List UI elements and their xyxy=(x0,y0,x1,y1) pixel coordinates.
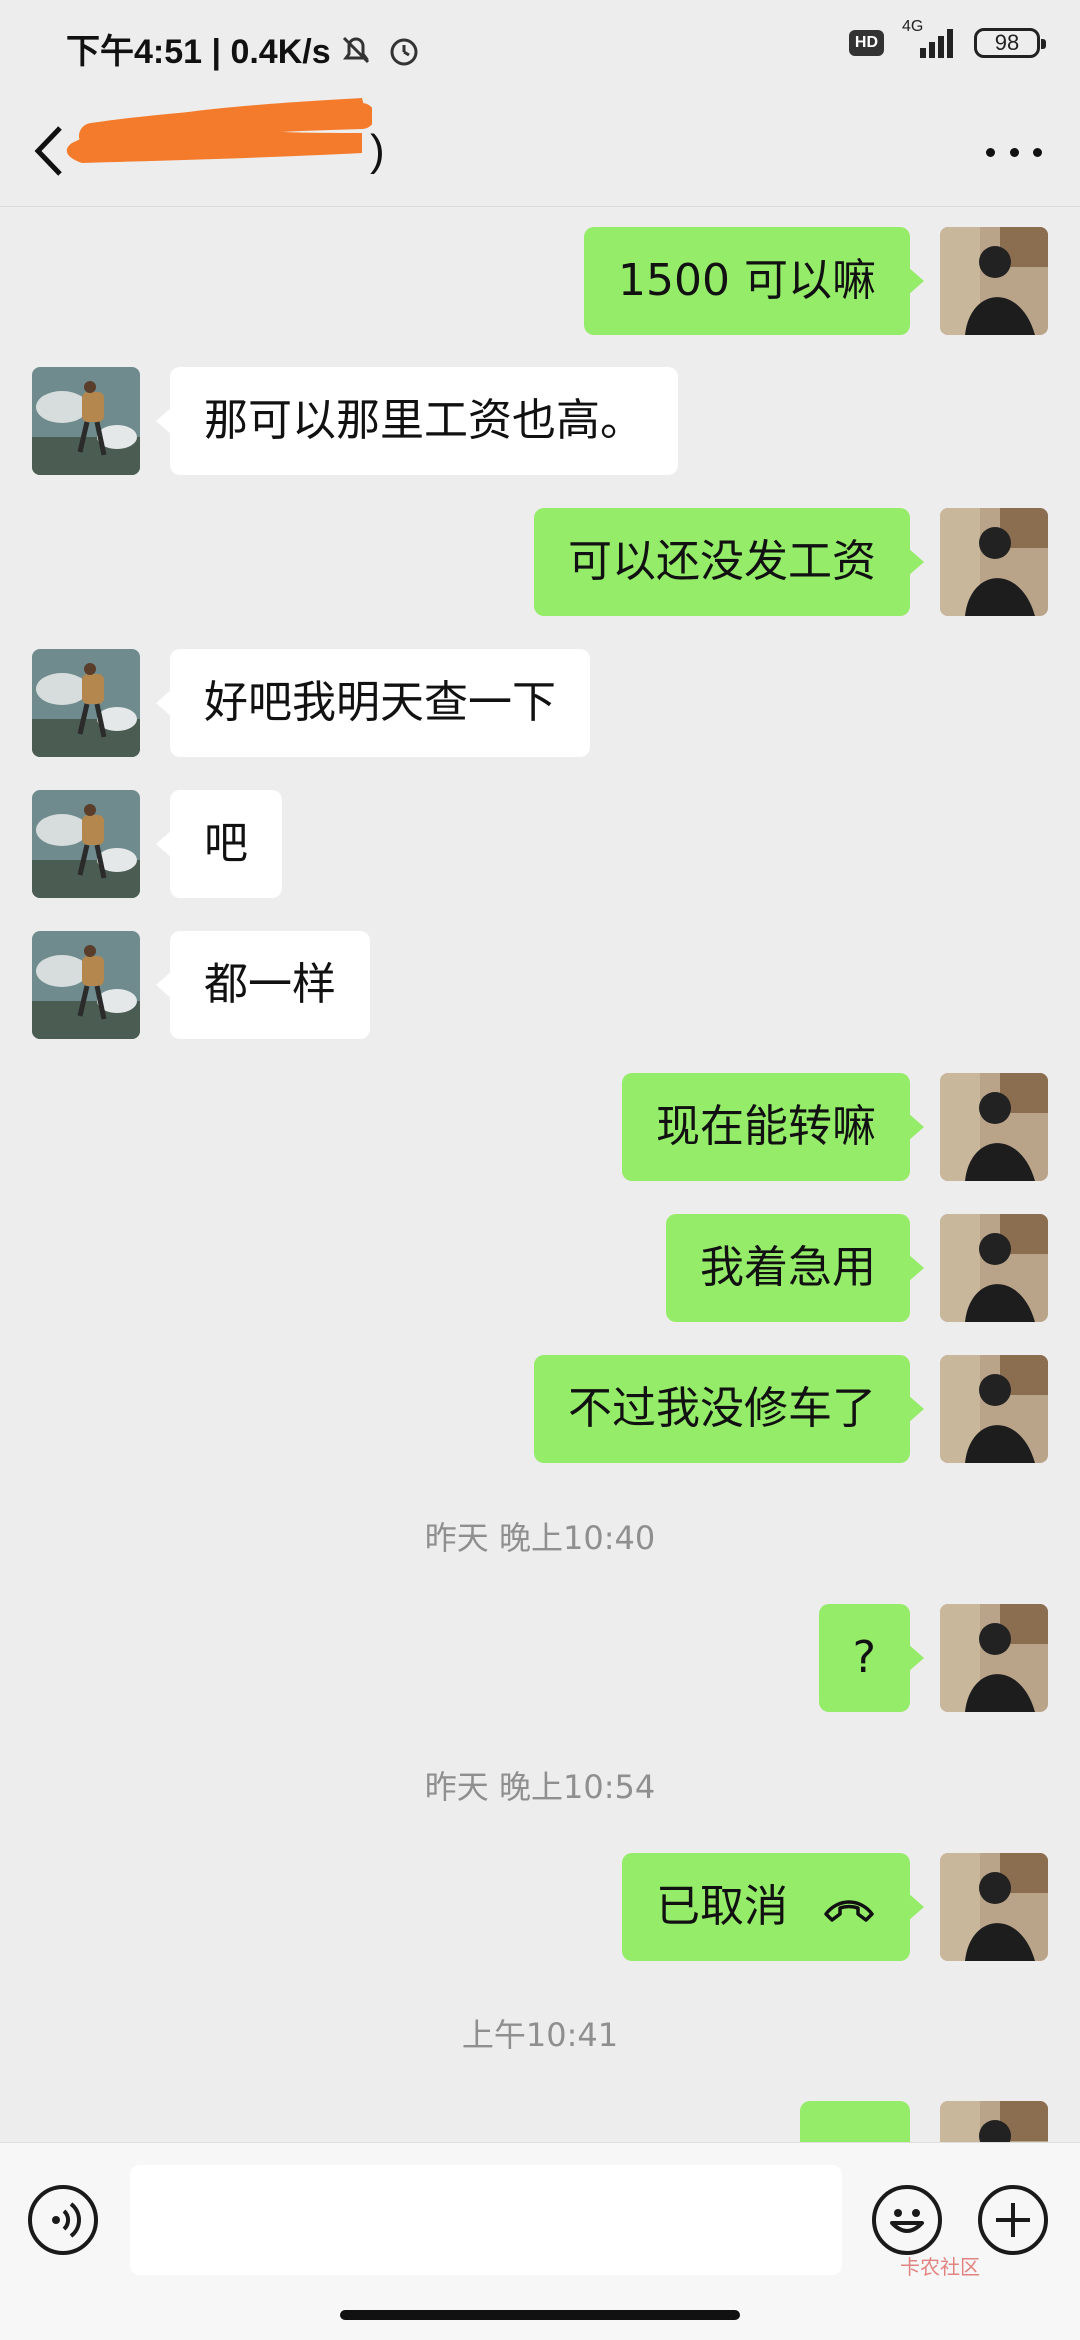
redaction-mark xyxy=(66,98,372,163)
message-timestamp: 上午10:41 xyxy=(461,2016,619,2054)
message-bubble-sent[interactable]: ? xyxy=(818,1604,925,1712)
message-row: 1500 可以嘛 xyxy=(0,227,1080,335)
message-bubble-received[interactable]: 那可以那里工资也高。 xyxy=(156,367,678,475)
message-row: 好吧我明天查一下 xyxy=(0,649,1080,757)
emoji-button[interactable] xyxy=(872,2185,942,2255)
my-avatar[interactable] xyxy=(940,508,1048,616)
voice-icon xyxy=(52,2202,81,2238)
message-timestamp: 昨天 晚上10:54 xyxy=(424,1768,656,1806)
contact-avatar[interactable] xyxy=(32,931,140,1039)
message-bubble-sent[interactable]: 我着急用 xyxy=(666,1214,924,1322)
my-avatar[interactable] xyxy=(940,2101,1048,2142)
message-row: 我着急用 xyxy=(0,1214,1080,1322)
message-bubble-sent[interactable]: 1500 可以嘛 xyxy=(584,227,924,335)
message-row: 可以还没发工资 xyxy=(0,508,1080,616)
status-bar: 下午4:51 | 0.4K/s HD 4G 98 xyxy=(0,0,1080,96)
status-icons: HD 4G 98 xyxy=(848,18,1046,60)
message-bubble-received[interactable]: 吧 xyxy=(156,790,282,898)
message-row: 那可以那里工资也高。 xyxy=(0,367,1080,475)
message-bubble-sent[interactable]: 现在能转嘛 xyxy=(622,1073,924,1181)
more-dot xyxy=(986,147,995,157)
more-dot xyxy=(1033,147,1042,157)
message-bubble-sent[interactable]: ... xyxy=(800,2101,924,2142)
message-bubble-received[interactable]: 都一样 xyxy=(156,931,370,1039)
my-avatar[interactable] xyxy=(940,227,1048,335)
emoji-icon xyxy=(890,2209,924,2233)
contact-avatar[interactable] xyxy=(32,367,140,475)
signal-icon: 4G xyxy=(902,18,956,60)
message-row: ... xyxy=(0,2101,1080,2142)
contact-avatar[interactable] xyxy=(32,649,140,757)
more-options-button[interactable] xyxy=(986,132,1042,172)
message-bubble-sent[interactable]: 不过我没修车了 xyxy=(534,1355,924,1463)
my-avatar[interactable] xyxy=(940,1214,1048,1322)
my-avatar[interactable] xyxy=(940,1355,1048,1463)
message-bubble-sent[interactable]: 可以还没发工资 xyxy=(534,508,924,616)
message-timestamp: 昨天 晚上10:40 xyxy=(424,1519,656,1557)
hd-badge: HD xyxy=(848,30,884,56)
watermark-text: 卡农社区 xyxy=(900,2255,980,2279)
alarm-icon xyxy=(384,30,424,74)
call-status-label: 已取消 xyxy=(656,1881,788,1932)
call-cancelled-bubble[interactable]: 已取消 xyxy=(622,1853,924,1961)
contact-avatar[interactable] xyxy=(32,790,140,898)
message-row: 现在能转嘛 xyxy=(0,1073,1080,1181)
watermark-logo: 卡农社区 xyxy=(900,2251,1050,2291)
message-row: 不过我没修车了 xyxy=(0,1355,1080,1463)
my-avatar[interactable] xyxy=(940,1853,1048,1961)
plus-icon xyxy=(996,2203,1030,2237)
message-row: 都一样 xyxy=(0,931,1080,1039)
my-avatar[interactable] xyxy=(940,1604,1048,1712)
message-bubble-received[interactable]: 好吧我明天查一下 xyxy=(156,649,590,757)
more-dot xyxy=(1009,147,1019,157)
my-avatar[interactable] xyxy=(940,1073,1048,1181)
home-indicator[interactable] xyxy=(340,2310,740,2320)
message-row: 已取消 xyxy=(0,1853,1080,1961)
message-list[interactable]: 1500 可以嘛 那可以那里工资也高。 可以还没发工资 好吧我明天查一下 吧 都… xyxy=(0,207,1080,2142)
message-row: 吧 xyxy=(0,790,1080,898)
bell-muted-icon xyxy=(336,30,376,74)
status-time-speed: 下午4:51 | 0.4K/s xyxy=(66,33,331,71)
message-input[interactable] xyxy=(130,2165,842,2275)
chat-screen: 下午4:51 | 0.4K/s HD 4G 98) 1500 可以嘛 那可以那… xyxy=(0,0,1080,2340)
more-functions-button[interactable] xyxy=(978,2185,1048,2255)
battery-indicator: 98 xyxy=(974,28,1046,58)
chat-title-suffix: ) xyxy=(370,126,385,175)
phone-hangup-icon xyxy=(824,1900,874,1922)
voice-button[interactable] xyxy=(28,2185,98,2255)
message-row: ? xyxy=(0,1604,1080,1712)
